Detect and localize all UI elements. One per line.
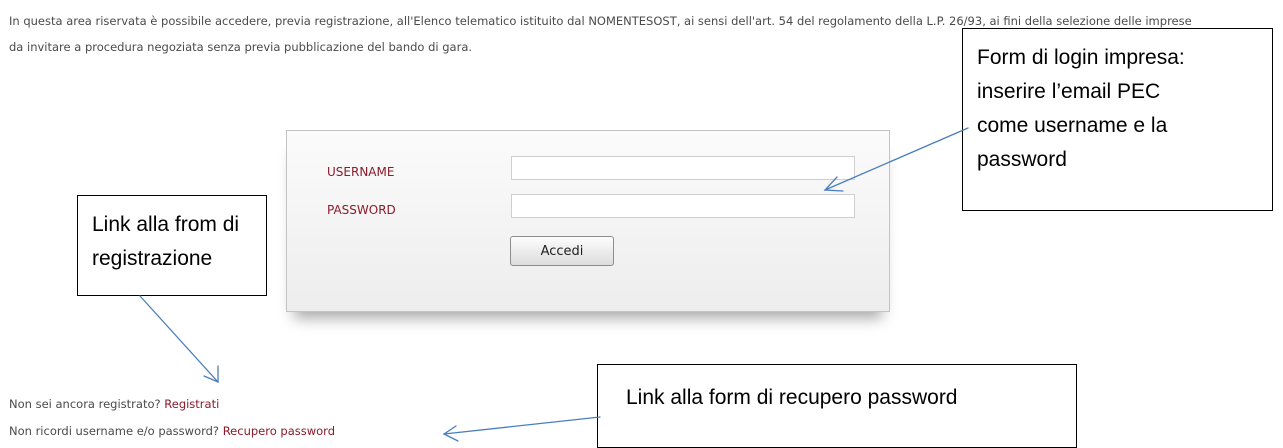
callout-recover-link: Link alla form di recupero password: [597, 364, 1077, 448]
recover-row: Non ricordi username e/o password? Recup…: [9, 424, 335, 438]
callout-login-form: Form di login impresa: inserire l’email …: [962, 28, 1273, 211]
login-button[interactable]: Accedi: [510, 236, 614, 266]
register-row: Non sei ancora registrato? Registrati: [9, 397, 219, 411]
username-label: USERNAME: [327, 165, 395, 179]
arrow-to-register-link: [139, 295, 219, 383]
register-prompt: Non sei ancora registrato?: [9, 397, 161, 411]
password-label: PASSWORD: [327, 203, 396, 217]
recover-password-link[interactable]: Recupero password: [223, 424, 335, 438]
callout-register-link: Link alla from di registrazione: [77, 195, 267, 296]
register-link[interactable]: Registrati: [164, 397, 219, 411]
login-form: USERNAME PASSWORD Accedi: [286, 130, 890, 312]
username-input[interactable]: [511, 156, 855, 180]
password-input[interactable]: [511, 194, 855, 218]
arrow-to-recover-link: [443, 416, 601, 435]
arrowhead-recover-link: [442, 425, 459, 442]
recover-prompt: Non ricordi username e/o password?: [9, 424, 220, 438]
arrowhead-register-link: [203, 365, 219, 383]
